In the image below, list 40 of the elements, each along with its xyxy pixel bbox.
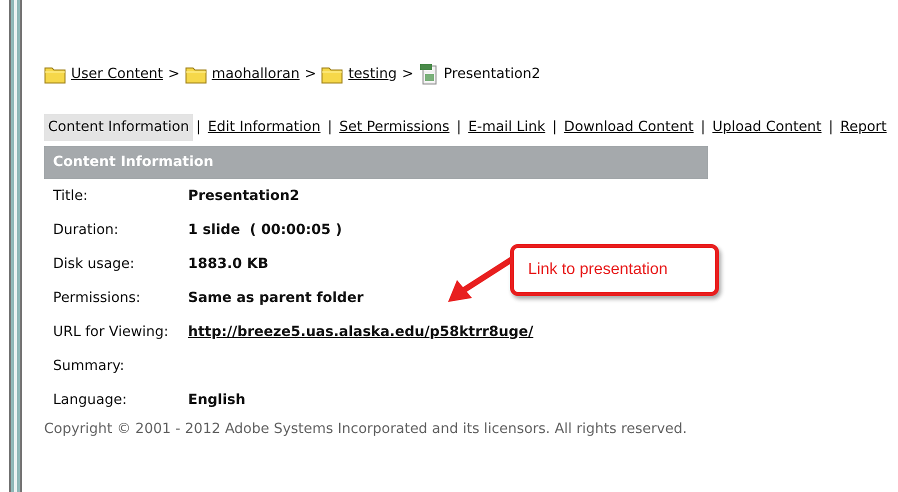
- breadcrumb-separator: >: [168, 64, 180, 84]
- folder-icon: [184, 64, 207, 84]
- panel-header: Content Information: [44, 146, 708, 179]
- tab-separator: |: [195, 118, 202, 137]
- breadcrumb-separator: >: [304, 64, 316, 84]
- callout-box: Link to presentation: [510, 244, 719, 296]
- folder-icon: [321, 64, 344, 84]
- field-label: Duration:: [53, 220, 120, 240]
- copyright-text: Copyright © 2001 - 2012 Adobe Systems Incorporated and its licensors. All rights reserved.: [44, 420, 688, 439]
- field-value: 1883.0 KB: [188, 254, 268, 274]
- field-label: Language:: [53, 390, 128, 410]
- breadcrumb-separator: >: [402, 64, 414, 84]
- breadcrumb-link[interactable]: User Content: [71, 64, 164, 84]
- tab[interactable]: Set Permissions: [335, 114, 454, 141]
- folder-icon: [44, 64, 66, 84]
- tab[interactable]: Download Content: [560, 114, 698, 141]
- field-value: Same as parent folder: [188, 288, 364, 308]
- breadcrumb-link[interactable]: testing: [348, 64, 397, 84]
- breadcrumb-current: Presentation2: [444, 64, 540, 84]
- tab-separator: |: [326, 118, 334, 137]
- tab[interactable]: Edit Information: [204, 114, 324, 141]
- field-value: Presentation2: [188, 186, 300, 206]
- field-label: Summary:: [53, 356, 126, 376]
- document-icon: [418, 63, 439, 85]
- tab[interactable]: E-mail Link: [464, 114, 550, 141]
- field-label: URL for Viewing:: [53, 322, 170, 342]
- field-value: 1 slide ( 00:00:05 ): [188, 220, 342, 240]
- breadcrumb-link[interactable]: maohalloran: [212, 64, 300, 84]
- tab-separator: |: [551, 118, 558, 137]
- tab[interactable]: Report: [836, 114, 891, 141]
- field-label: Permissions:: [53, 288, 142, 308]
- tab-separator: |: [700, 118, 706, 137]
- field-label: Title:: [53, 186, 89, 206]
- tab[interactable]: Content Information: [44, 114, 194, 141]
- field-label: Disk usage:: [53, 254, 136, 274]
- tab[interactable]: Upload Content: [708, 114, 826, 141]
- tab-separator: |: [455, 118, 462, 137]
- url-link[interactable]: http://breeze5.uas.alaska.edu/p58ktrr8uge/: [188, 324, 534, 340]
- tab-separator: |: [828, 118, 834, 137]
- field-value: English: [188, 390, 246, 410]
